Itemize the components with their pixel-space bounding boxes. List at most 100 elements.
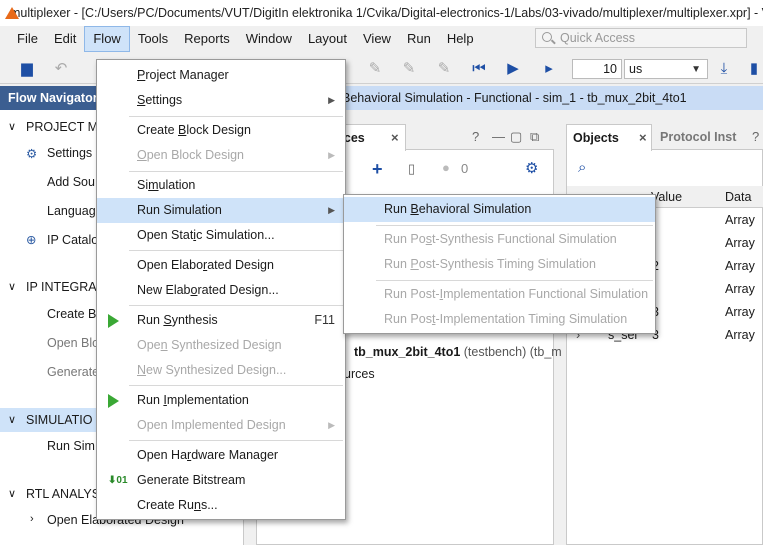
- disabled-tool-icon-3: ✎: [437, 60, 451, 77]
- status-dot-icon: ●: [442, 160, 450, 175]
- section-rtl-analysis[interactable]: RTL ANALYS: [26, 487, 100, 501]
- tab-protocol-instances[interactable]: Protocol Inst: [660, 130, 736, 144]
- menu-help[interactable]: Help: [439, 26, 482, 52]
- menu-layout[interactable]: Layout: [300, 26, 355, 52]
- maximize-icon[interactable]: ▢: [510, 129, 522, 145]
- row-type: Array: [725, 236, 755, 250]
- nav-ip-catalog[interactable]: IP Catalo: [47, 233, 98, 247]
- disabled-tool-icon-2: ✎: [402, 60, 416, 77]
- row-type: Array: [725, 305, 755, 319]
- tab-objects[interactable]: Objects ×: [566, 124, 652, 151]
- menu-item-generate-bitstream[interactable]: ⬇01 Generate Bitstream: [97, 468, 345, 493]
- menu-item-open-synthesized-design: Open Synthesized Design: [137, 338, 282, 352]
- row-type: Array: [725, 259, 755, 273]
- menu-item-open-block-design: Open Block Design ▶: [97, 143, 345, 168]
- step-icon[interactable]: ⤓: [715, 60, 733, 78]
- menu-run[interactable]: Run: [399, 26, 439, 52]
- float-icon[interactable]: ⧉: [530, 129, 539, 145]
- tree-item-sources[interactable]: urces: [344, 367, 375, 381]
- menu-item-run-simulation[interactable]: Run Simulation ▶: [97, 198, 345, 223]
- objects-tabbar: Objects × Protocol Inst ?: [566, 124, 763, 151]
- nav-generate-block-design: Generate: [47, 365, 100, 379]
- nav-settings[interactable]: Settings: [47, 146, 92, 160]
- gear-icon[interactable]: ⚙: [525, 159, 538, 177]
- menu-separator: [129, 171, 343, 172]
- close-icon[interactable]: ×: [639, 125, 647, 151]
- restart-icon[interactable]: ⏮: [470, 60, 488, 78]
- menu-item-post-synthesis-timing: Run Post-Synthesis Timing Simulation: [384, 257, 596, 271]
- nav-create-block-design[interactable]: Create B: [47, 307, 96, 321]
- open-project-icon[interactable]: ▆: [18, 60, 36, 78]
- tree-item-testbench[interactable]: tb_mux_2bit_4to1 (testbench) (tb_m: [354, 345, 562, 359]
- submenu-arrow-icon: ▶: [328, 95, 335, 105]
- section-ip-integrator[interactable]: IP INTEGRAT: [26, 280, 103, 294]
- menu-separator: [129, 440, 343, 441]
- menu-tools[interactable]: Tools: [130, 26, 176, 52]
- menu-item-settings[interactable]: Settings ▶: [97, 88, 345, 113]
- run-time-input[interactable]: 10: [572, 59, 622, 79]
- expand-caret-icon[interactable]: ›: [30, 513, 34, 525]
- search-icon[interactable]: ⌕: [578, 159, 586, 176]
- menu-item-new-elaborated-design[interactable]: New Elaborated Design...: [97, 278, 345, 303]
- menu-item-create-block-design[interactable]: Create Block Design: [97, 118, 345, 143]
- menu-item-post-implementation-functional: Run Post-Implementation Functional Simul…: [384, 287, 649, 301]
- info-icon[interactable]: ▯: [408, 161, 415, 177]
- nav-run-simulation[interactable]: Run Sim: [47, 439, 95, 453]
- run-for-icon[interactable]: ▸: [540, 60, 558, 78]
- gear-icon: ⚙: [26, 147, 38, 161]
- column-header-value[interactable]: Value: [647, 186, 721, 208]
- quick-access-placeholder: Quick Access: [560, 31, 636, 45]
- nav-add-sources[interactable]: Add Sou: [47, 175, 95, 189]
- menu-item-run-implementation[interactable]: Run Implementation: [97, 388, 345, 413]
- menu-item-run-behavioral-simulation[interactable]: Run Behavioral Simulation: [344, 197, 655, 222]
- menu-window[interactable]: Window: [238, 26, 300, 52]
- menu-reports[interactable]: Reports: [176, 26, 238, 52]
- menu-flow[interactable]: Flow: [84, 26, 130, 52]
- menu-separator: [129, 305, 343, 306]
- menu-separator: [376, 225, 653, 226]
- menu-item-open-static-simulation[interactable]: Open Static Simulation...: [97, 223, 345, 248]
- menu-item-simulation[interactable]: Simulation: [97, 173, 345, 198]
- add-icon[interactable]: +: [372, 159, 383, 180]
- row-type: Array: [725, 213, 755, 227]
- menu-item-post-implementation-timing: Run Post-Implementation Timing Simulatio…: [384, 312, 628, 326]
- menu-item-open-elaborated-design[interactable]: Open Elaborated Design: [97, 253, 345, 278]
- menu-file[interactable]: File: [9, 26, 46, 52]
- collapse-caret-icon[interactable]: ∨: [8, 280, 16, 293]
- menu-edit[interactable]: Edit: [46, 26, 84, 52]
- collapse-caret-icon[interactable]: ∨: [8, 120, 16, 133]
- column-header-data-type[interactable]: Data Ty: [721, 186, 763, 208]
- undo-icon[interactable]: ↶: [52, 60, 70, 78]
- menu-view[interactable]: View: [355, 26, 399, 52]
- badge-count: 0: [461, 161, 469, 176]
- submenu-arrow-icon: ▶: [328, 205, 335, 215]
- ip-catalog-icon: ⊕: [26, 233, 37, 247]
- break-icon[interactable]: ▮: [745, 60, 763, 78]
- menu-separator: [376, 280, 653, 281]
- tree-item-name: tb_mux_2bit_4to1: [354, 345, 461, 359]
- tab-objects-label: Objects: [573, 131, 619, 145]
- minimize-icon[interactable]: —: [492, 129, 505, 144]
- nav-open-block-design: Open Blo: [47, 336, 100, 350]
- run-all-icon[interactable]: ▶: [504, 60, 522, 78]
- section-project-manager[interactable]: PROJECT M: [26, 120, 98, 134]
- shortcut-label: F11: [314, 313, 335, 327]
- menu-separator: [129, 116, 343, 117]
- menu-item-create-runs[interactable]: Create Runs...: [97, 493, 345, 518]
- quick-access-input[interactable]: Quick Access: [535, 28, 747, 48]
- run-time-unit-select[interactable]: us ▼: [624, 59, 708, 79]
- row-type: Array: [725, 282, 755, 296]
- nav-language-templates[interactable]: Languag: [47, 204, 96, 218]
- collapse-caret-icon[interactable]: ∨: [8, 487, 16, 500]
- search-icon: [542, 32, 552, 42]
- menu-item-open-hardware-manager[interactable]: Open Hardware Manager: [97, 443, 345, 468]
- help-icon[interactable]: ?: [752, 129, 759, 144]
- collapse-caret-icon[interactable]: ∨: [8, 413, 16, 426]
- close-icon[interactable]: ×: [391, 125, 399, 151]
- help-icon[interactable]: ?: [472, 129, 479, 144]
- section-simulation[interactable]: SIMULATIO: [26, 413, 92, 427]
- menu-item-post-synthesis-functional: Run Post-Synthesis Functional Simulation: [384, 232, 617, 246]
- menu-item-run-synthesis[interactable]: Run Synthesis F11: [97, 308, 345, 333]
- menu-item-project-manager[interactable]: Project Manager: [97, 63, 345, 88]
- title-bar: multiplexer - [C:/Users/PC/Documents/VUT…: [0, 0, 763, 26]
